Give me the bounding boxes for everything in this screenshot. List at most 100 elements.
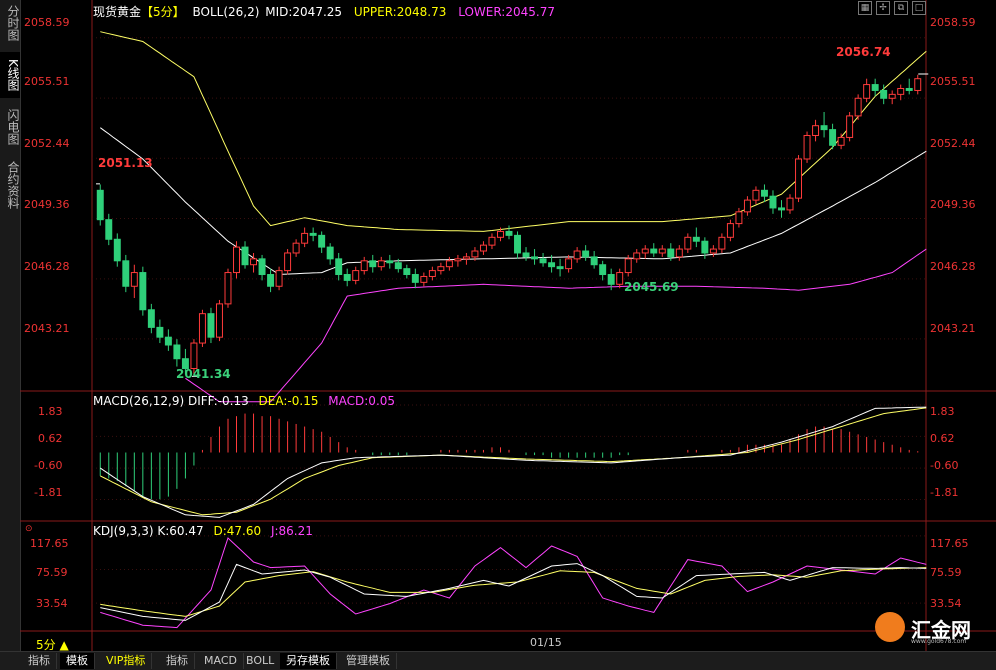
- candle-body: [284, 252, 292, 272]
- candle-body: [309, 232, 317, 236]
- candle-body: [880, 89, 888, 99]
- candle-body: [522, 252, 530, 258]
- macd-tick-left: 1.83: [38, 405, 63, 418]
- candle-body: [505, 230, 513, 236]
- kdj-tick-right: 75.59: [930, 566, 962, 579]
- macd-tick-right: -0.60: [930, 459, 959, 472]
- cross-icon[interactable]: ✢: [876, 1, 890, 15]
- candle-body: [599, 264, 607, 276]
- candle-body: [215, 303, 223, 338]
- candle-body: [837, 136, 845, 146]
- candle-body: [394, 262, 402, 270]
- candle-body: [582, 250, 590, 258]
- candle-body: [769, 195, 777, 209]
- tab-manage-template[interactable]: 管理模板: [340, 653, 397, 669]
- candle-body: [718, 236, 726, 250]
- gold678-logo: 汇金网 www.gold678.com: [875, 612, 985, 648]
- kdj-settings-icon[interactable]: ⊙: [25, 524, 33, 534]
- candle-body: [565, 258, 573, 270]
- candle-body: [105, 219, 113, 240]
- candle-body: [701, 240, 709, 254]
- chart-canvas: [20, 0, 996, 651]
- candle-body: [233, 246, 240, 274]
- logo-circle-icon: [875, 612, 905, 642]
- tab-boll[interactable]: BOLL: [240, 653, 282, 669]
- price-tick-right: 2046.28: [930, 260, 976, 273]
- candle-body: [130, 272, 138, 287]
- candle-body: [437, 266, 445, 272]
- candle-body: [675, 248, 683, 258]
- price-tick-right: 2055.51: [930, 75, 976, 88]
- price-tick-left: 2046.28: [24, 260, 70, 273]
- candle-body: [343, 274, 351, 281]
- restore-icon[interactable]: ⧉: [894, 1, 908, 15]
- candle-body: [812, 125, 820, 136]
- candle-body: [377, 260, 385, 268]
- annotation-low: 2041.34: [176, 367, 231, 381]
- grid-icon[interactable]: ▦: [858, 1, 872, 15]
- macd-header: MACD(26,12,9) DIFF:-0.13 DEA:-0.15 MACD:…: [93, 394, 395, 408]
- period-label: 【5分】: [141, 5, 185, 19]
- kdj-tick-left: 33.54: [36, 597, 68, 610]
- tab-template[interactable]: 模板: [60, 653, 95, 669]
- price-tick-right: 2043.21: [930, 322, 976, 335]
- maximize-icon[interactable]: □: [912, 1, 926, 15]
- candle-body: [301, 232, 309, 244]
- candle-body: [497, 230, 504, 238]
- candle-body: [445, 260, 453, 268]
- candle-body: [173, 344, 181, 360]
- macd-tick-left: -1.81: [34, 486, 63, 499]
- candle-body: [556, 266, 564, 270]
- price-tick-left: 2043.21: [24, 322, 70, 335]
- macd-diff-line: [100, 406, 927, 518]
- candle-body: [190, 342, 198, 370]
- annotation-high-right: 2056.74: [836, 45, 891, 59]
- macd-tick-left: -0.60: [34, 459, 63, 472]
- candle-body: [888, 93, 896, 99]
- candle-body: [735, 211, 743, 225]
- kdj-header: KDJ(9,3,3) K:60.47 D:47.60 J:86.21: [93, 524, 313, 538]
- kdj-tick-right: 33.54: [930, 597, 962, 610]
- x-axis-date: 01/15: [530, 636, 562, 649]
- candle-body: [871, 84, 879, 91]
- candle-body: [531, 256, 539, 260]
- candle-body: [292, 242, 300, 254]
- candle-body: [803, 134, 811, 160]
- price-tick-left: 2052.44: [24, 137, 70, 150]
- tab-indicator[interactable]: 指标: [22, 653, 57, 669]
- candle-body: [156, 326, 164, 338]
- candle-body: [786, 197, 794, 211]
- tab-macd[interactable]: MACD: [198, 653, 244, 669]
- tab-save-template[interactable]: 另存模板: [280, 653, 337, 669]
- boll-name: BOLL(26,2): [192, 5, 260, 19]
- macd-dea-line: [100, 407, 927, 516]
- candle-body: [352, 270, 360, 281]
- candle-body: [854, 97, 862, 117]
- candle-body: [914, 78, 922, 91]
- candle-body: [573, 250, 581, 260]
- candle-body: [369, 260, 377, 268]
- macd-tick-left: 0.62: [38, 432, 63, 445]
- price-tick-left: 2055.51: [24, 75, 70, 88]
- kdj-name: KDJ(9,3,3): [93, 524, 154, 538]
- candle-body: [539, 258, 547, 264]
- candle-body: [658, 248, 666, 254]
- period-selector-label: 5分: [36, 638, 56, 652]
- candle-body: [164, 336, 172, 346]
- boll-lower: LOWER:2045.77: [458, 5, 555, 19]
- annotation-low-mid: 2045.69: [624, 280, 679, 294]
- boll-upper-line: [100, 31, 927, 232]
- candle-body: [275, 270, 283, 287]
- candle-body: [420, 275, 428, 283]
- tab-indicator-2[interactable]: 指标: [160, 653, 195, 669]
- kdj-tick-left: 75.59: [36, 566, 68, 579]
- kdj-k: K:60.47: [157, 524, 204, 538]
- boll-upper: UPPER:2048.73: [353, 5, 447, 19]
- main-header: 现货黄金【5分】 BOLL(26,2) MID:2047.25 UPPER:20…: [93, 3, 555, 20]
- annotation-high-left: 2051.13: [98, 156, 153, 170]
- candle-body: [616, 272, 624, 285]
- tab-vip-indicator[interactable]: VIP指标: [100, 653, 153, 669]
- candle-body: [863, 84, 871, 99]
- candle-body: [96, 189, 104, 221]
- candle-body: [360, 260, 368, 272]
